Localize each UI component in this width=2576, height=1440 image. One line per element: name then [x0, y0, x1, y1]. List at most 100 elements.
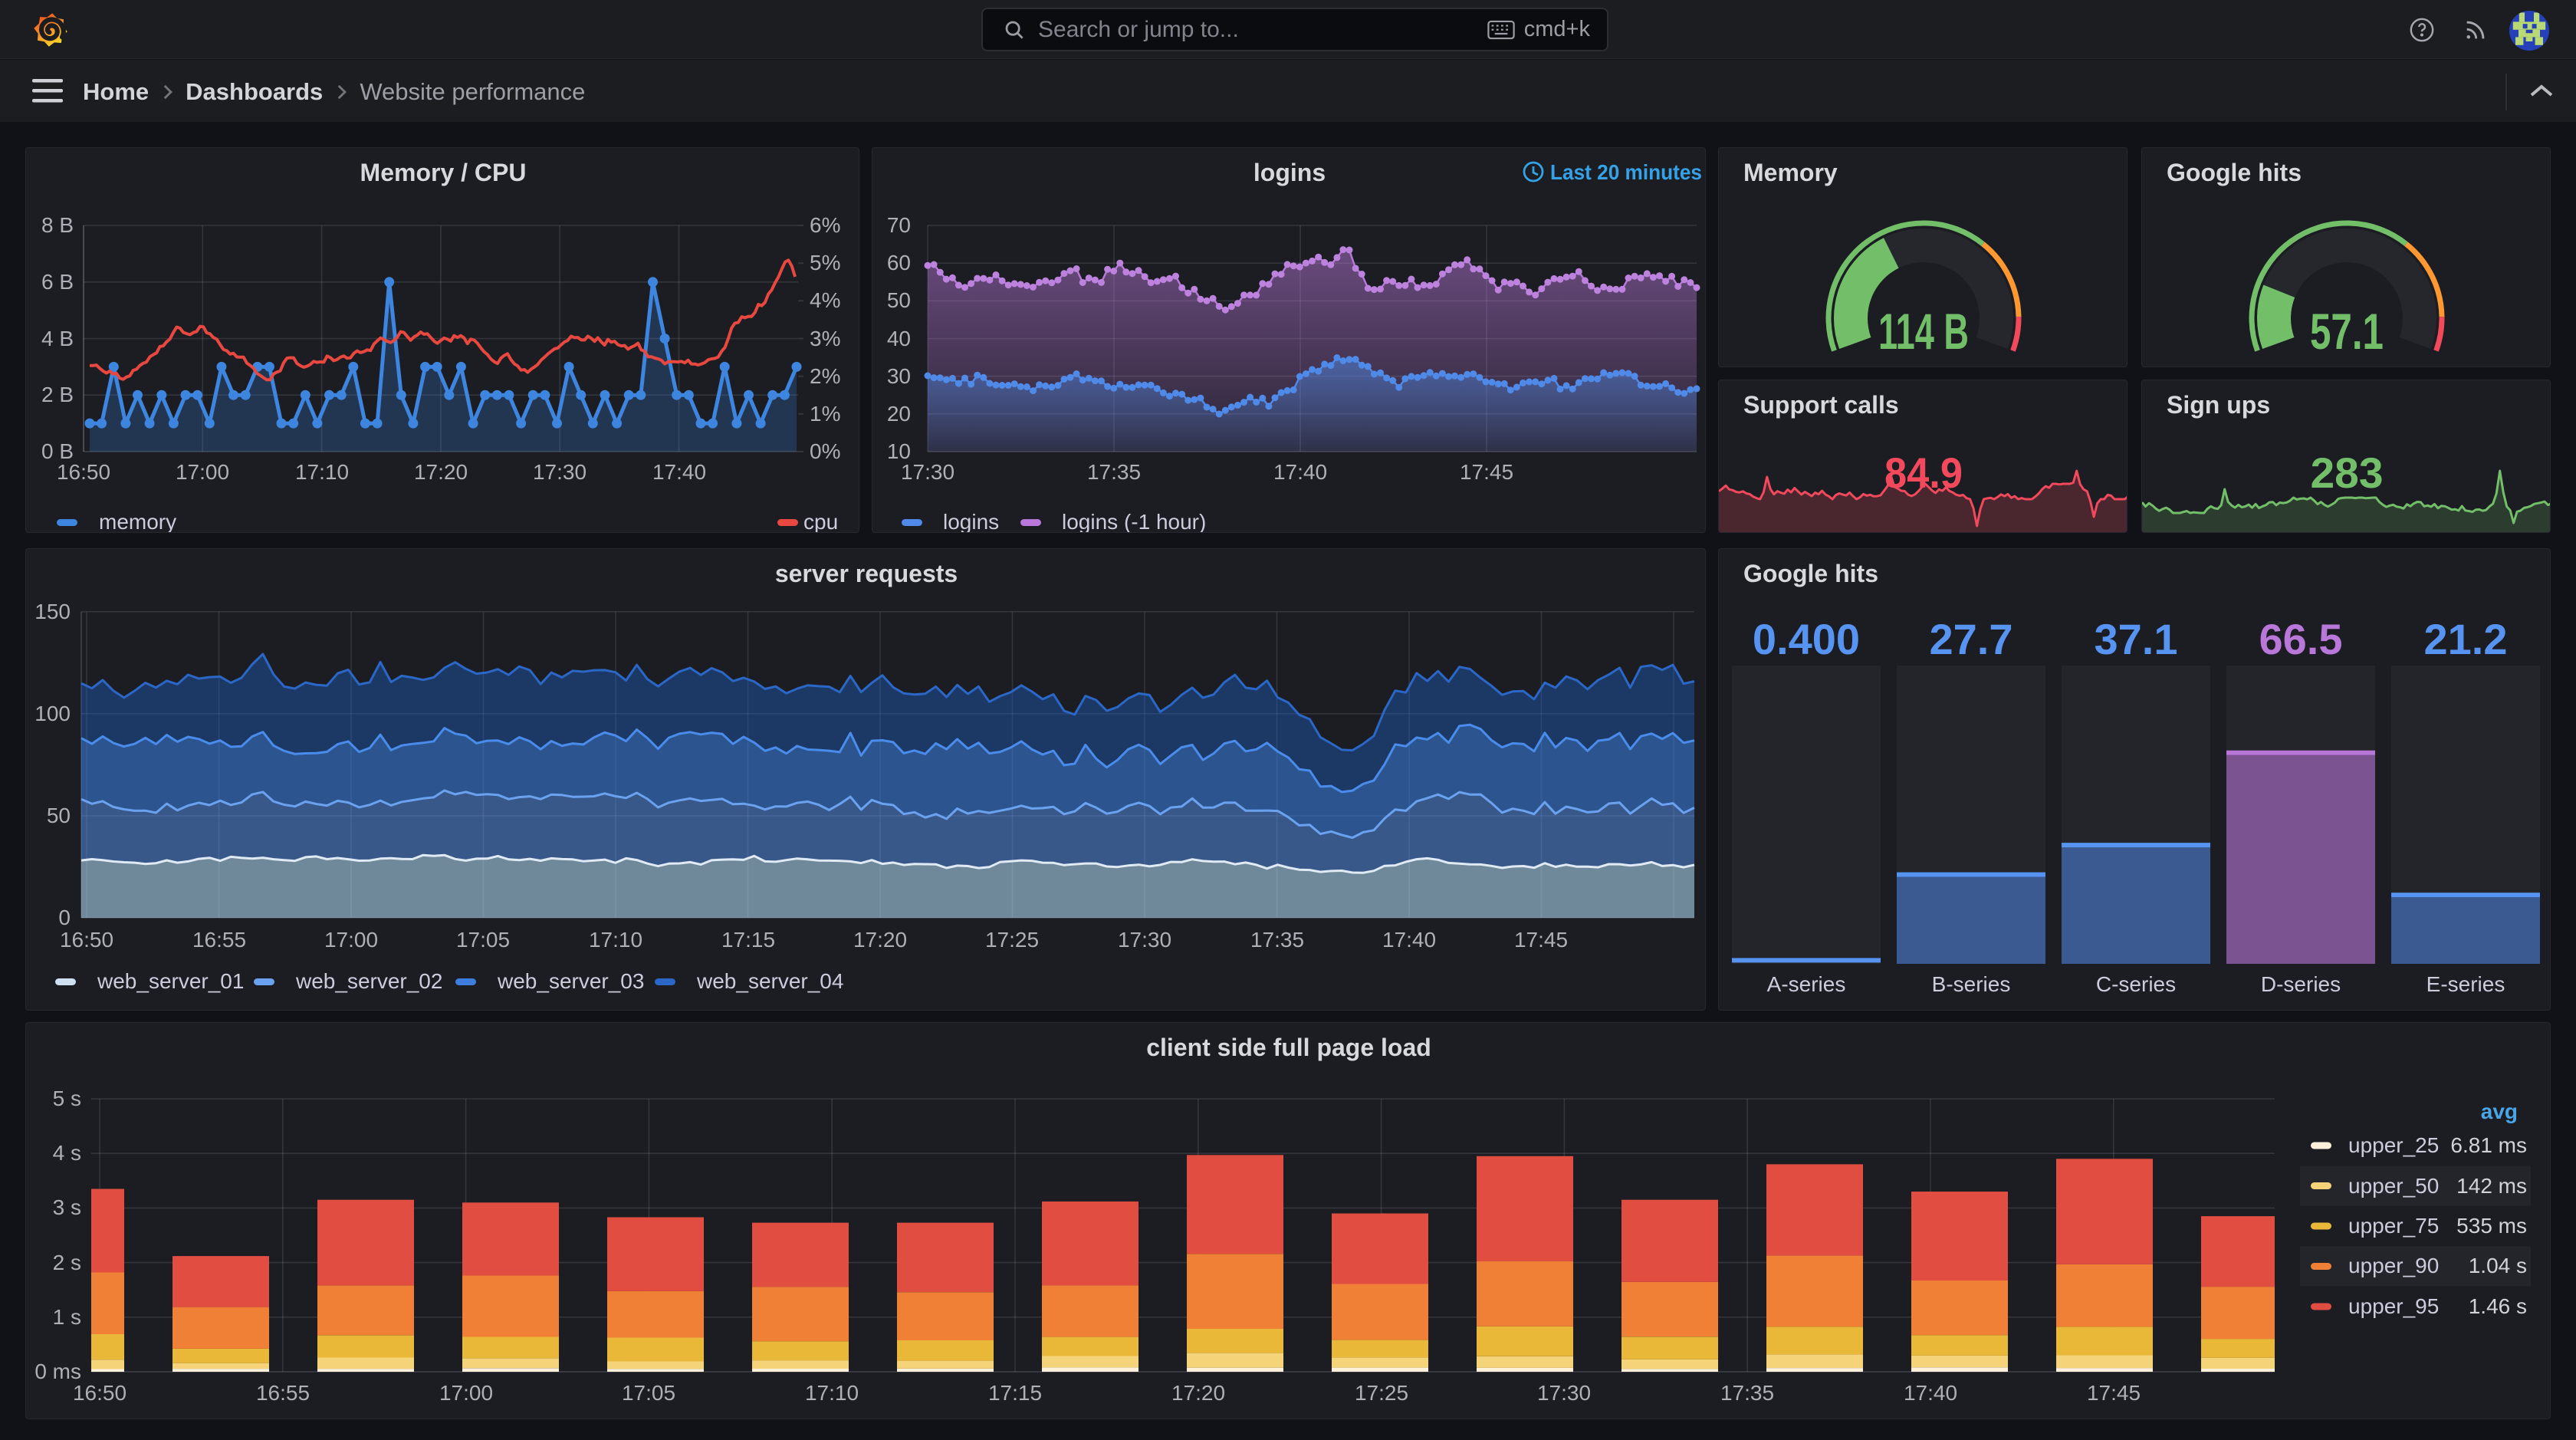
svg-text:0 ms: 0 ms: [34, 1359, 81, 1383]
svg-text:Last 20 minutes: Last 20 minutes: [1550, 160, 1702, 184]
svg-text:27.7: 27.7: [1930, 615, 2013, 663]
svg-text:6.81 ms: 6.81 ms: [2450, 1133, 2527, 1157]
svg-text:21.2: 21.2: [2424, 615, 2508, 663]
svg-text:4 B: 4 B: [41, 327, 74, 350]
svg-text:17:25: 17:25: [1355, 1381, 1408, 1405]
svg-text:0.400: 0.400: [1753, 615, 1860, 663]
svg-text:20: 20: [887, 402, 911, 426]
svg-text:upper_90: upper_90: [2348, 1254, 2439, 1277]
svg-text:A-series: A-series: [1767, 972, 1846, 996]
svg-text:84.9: 84.9: [1884, 449, 1963, 497]
svg-text:5 s: 5 s: [53, 1087, 81, 1110]
svg-text:client side full page load: client side full page load: [1146, 1034, 1431, 1061]
svg-text:Google hits: Google hits: [2167, 159, 2302, 186]
svg-text:4 s: 4 s: [53, 1141, 81, 1165]
svg-text:memory: memory: [99, 510, 176, 533]
svg-text:150: 150: [34, 600, 71, 623]
svg-text:B-series: B-series: [1932, 972, 2011, 996]
svg-text:Support calls: Support calls: [1743, 391, 1899, 419]
svg-text:17:15: 17:15: [988, 1381, 1042, 1405]
svg-text:17:30: 17:30: [901, 460, 955, 484]
svg-text:70: 70: [887, 213, 911, 237]
svg-text:0: 0: [58, 906, 71, 929]
svg-text:40: 40: [887, 327, 911, 350]
svg-text:3%: 3%: [810, 327, 840, 350]
svg-text:web_server_04: web_server_04: [696, 969, 843, 993]
svg-text:17:40: 17:40: [1904, 1381, 1957, 1405]
svg-text:0%: 0%: [810, 439, 840, 463]
svg-text:16:50: 16:50: [60, 928, 113, 952]
svg-text:4%: 4%: [810, 288, 840, 312]
svg-text:60: 60: [887, 251, 911, 275]
svg-text:1.04 s: 1.04 s: [2469, 1254, 2527, 1277]
svg-text:8 B: 8 B: [41, 213, 74, 237]
svg-text:16:55: 16:55: [192, 928, 246, 952]
svg-text:17:15: 17:15: [721, 928, 775, 952]
svg-text:17:05: 17:05: [622, 1381, 675, 1405]
svg-text:17:30: 17:30: [1537, 1381, 1591, 1405]
svg-text:50: 50: [887, 288, 911, 312]
svg-text:114 B: 114 B: [1878, 303, 1969, 360]
svg-text:17:45: 17:45: [1460, 460, 1513, 484]
svg-text:web_server_03: web_server_03: [497, 969, 644, 993]
svg-text:17:35: 17:35: [1250, 928, 1304, 952]
svg-text:1%: 1%: [810, 402, 840, 426]
svg-text:C-series: C-series: [2096, 972, 2176, 996]
svg-text:17:05: 17:05: [456, 928, 510, 952]
svg-text:50: 50: [47, 804, 71, 827]
svg-text:server requests: server requests: [775, 560, 958, 587]
svg-text:6%: 6%: [810, 213, 840, 237]
svg-text:283: 283: [2311, 449, 2384, 497]
svg-text:17:20: 17:20: [1171, 1381, 1225, 1405]
svg-text:logins (-1 hour): logins (-1 hour): [1062, 510, 1206, 533]
svg-text:D-series: D-series: [2261, 972, 2341, 996]
svg-text:Google hits: Google hits: [1743, 560, 1878, 587]
svg-text:upper_75: upper_75: [2348, 1214, 2439, 1238]
svg-text:37.1: 37.1: [2095, 615, 2178, 663]
svg-text:17:10: 17:10: [589, 928, 642, 952]
svg-text:17:40: 17:40: [1382, 928, 1436, 952]
svg-text:17:35: 17:35: [1720, 1381, 1774, 1405]
svg-text:1.46 s: 1.46 s: [2469, 1294, 2527, 1318]
svg-text:17:00: 17:00: [324, 928, 378, 952]
svg-text:3 s: 3 s: [53, 1195, 81, 1219]
svg-text:upper_50: upper_50: [2348, 1174, 2439, 1198]
svg-text:17:10: 17:10: [805, 1381, 859, 1405]
svg-text:5%: 5%: [810, 251, 840, 275]
svg-text:17:00: 17:00: [439, 1381, 493, 1405]
svg-text:avg: avg: [2481, 1100, 2518, 1123]
svg-text:E-series: E-series: [2426, 972, 2505, 996]
svg-text:17:00: 17:00: [176, 460, 229, 484]
svg-text:2 s: 2 s: [53, 1251, 81, 1274]
svg-text:100: 100: [34, 702, 71, 725]
svg-text:535 ms: 535 ms: [2456, 1214, 2527, 1238]
svg-text:57.1: 57.1: [2310, 303, 2384, 360]
svg-text:66.5: 66.5: [2259, 615, 2343, 663]
svg-text:17:40: 17:40: [652, 460, 706, 484]
svg-text:cpu: cpu: [803, 510, 838, 533]
svg-text:2 B: 2 B: [41, 383, 74, 406]
svg-text:17:20: 17:20: [414, 460, 468, 484]
svg-text:17:40: 17:40: [1273, 460, 1327, 484]
svg-text:logins: logins: [943, 510, 999, 533]
svg-text:web_server_02: web_server_02: [295, 969, 442, 993]
svg-text:logins: logins: [1254, 159, 1326, 186]
svg-text:17:25: 17:25: [985, 928, 1039, 952]
svg-text:17:45: 17:45: [2087, 1381, 2141, 1405]
svg-text:17:10: 17:10: [295, 460, 349, 484]
svg-text:Memory / CPU: Memory / CPU: [360, 159, 527, 186]
svg-text:17:35: 17:35: [1087, 460, 1141, 484]
svg-text:Memory: Memory: [1743, 159, 1838, 186]
svg-text:17:20: 17:20: [853, 928, 907, 952]
svg-text:17:30: 17:30: [533, 460, 586, 484]
svg-text:1 s: 1 s: [53, 1305, 81, 1329]
svg-text:upper_25: upper_25: [2348, 1133, 2439, 1157]
svg-text:16:50: 16:50: [73, 1381, 127, 1405]
svg-text:30: 30: [887, 364, 911, 388]
svg-text:16:50: 16:50: [57, 460, 110, 484]
svg-text:142 ms: 142 ms: [2456, 1174, 2527, 1198]
svg-text:2%: 2%: [810, 364, 840, 388]
svg-text:web_server_01: web_server_01: [97, 969, 244, 993]
svg-text:Sign ups: Sign ups: [2167, 391, 2270, 419]
svg-text:16:55: 16:55: [256, 1381, 310, 1405]
